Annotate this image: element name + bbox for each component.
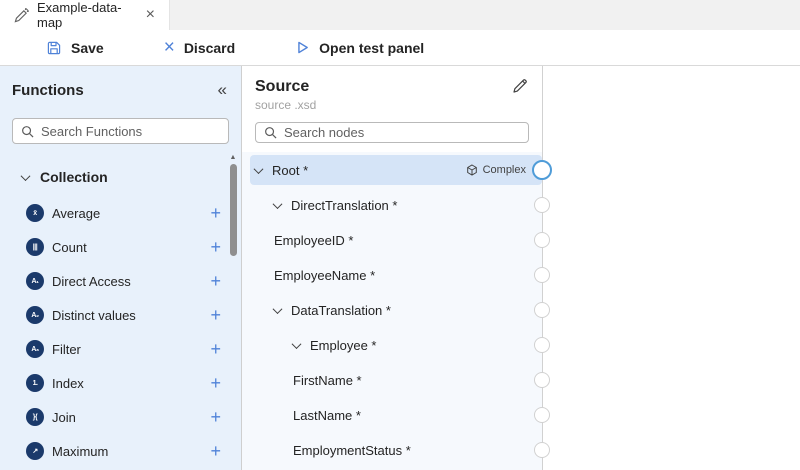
chevron-down-icon [21, 171, 31, 181]
save-button[interactable]: Save [46, 40, 104, 56]
connector-handle[interactable] [534, 372, 550, 388]
tree-node-root[interactable]: Root * Complex [250, 155, 542, 185]
chevron-down-icon[interactable] [273, 199, 283, 209]
tab-example-data-map[interactable]: Example-data-map × [0, 0, 170, 30]
connector-handle[interactable] [534, 302, 550, 318]
source-panel-title: Source [255, 78, 309, 96]
distinct-values-icon: A₂ [26, 306, 44, 324]
count-icon: ||| [26, 238, 44, 256]
edit-schema-pencil-icon[interactable] [512, 78, 528, 94]
add-function-button[interactable]: + [210, 374, 221, 392]
functions-panel: Functions « Collection x̄ Average [0, 66, 242, 470]
tree-node-datatranslation[interactable]: DataTranslation * [250, 295, 542, 325]
tree-node-label: Employee * [310, 338, 376, 353]
chevron-down-icon[interactable] [292, 339, 302, 349]
main-area: Functions « Collection x̄ Average [0, 66, 800, 470]
discard-label: Discard [184, 40, 235, 56]
connector-handle[interactable] [532, 160, 552, 180]
nodes-search-input[interactable] [284, 125, 520, 140]
functions-scrollbar[interactable]: ▲ [228, 154, 238, 468]
function-item-join[interactable]: }{ Join + [0, 400, 241, 434]
connector-handle[interactable] [534, 337, 550, 353]
nodes-search-box [255, 122, 529, 143]
function-item-average[interactable]: x̄ Average + [0, 196, 241, 230]
tree-node-employeeid[interactable]: EmployeeID * [250, 225, 542, 255]
connector-handle[interactable] [534, 232, 550, 248]
connector-handle[interactable] [534, 407, 550, 423]
collapse-panel-icon[interactable]: « [218, 80, 227, 100]
tree-node-label: DataTranslation * [291, 303, 391, 318]
tree-node-label: EmployeeID * [274, 233, 353, 248]
add-function-button[interactable]: + [210, 442, 221, 460]
index-icon: 1. [26, 374, 44, 392]
direct-access-icon: A₁ [26, 272, 44, 290]
discard-x-icon: × [164, 38, 175, 57]
add-function-button[interactable]: + [210, 408, 221, 426]
tree-node-label: EmploymentStatus * [293, 443, 411, 458]
tab-close-icon[interactable]: × [144, 7, 157, 23]
scroll-up-icon[interactable]: ▲ [228, 154, 238, 161]
search-icon [21, 125, 34, 138]
source-panel: Source source .xsd [242, 66, 543, 470]
functions-search-box [12, 118, 229, 144]
functions-search-input[interactable] [41, 124, 220, 139]
data-mapper-app: Example-data-map × Save × Discard [0, 0, 800, 470]
chevron-down-icon[interactable] [273, 304, 283, 314]
function-item-direct-access[interactable]: A₁ Direct Access + [0, 264, 241, 298]
cube-icon [466, 164, 478, 176]
add-function-button[interactable]: + [210, 272, 221, 290]
open-test-panel-button[interactable]: Open test panel [295, 40, 424, 56]
connector-handle[interactable] [534, 197, 550, 213]
command-toolbar: Save × Discard Open test panel [0, 30, 800, 66]
search-icon [264, 126, 277, 139]
discard-button[interactable]: × Discard [164, 38, 235, 57]
tree-node-employmentstatus[interactable]: EmploymentStatus * [250, 435, 542, 465]
add-function-button[interactable]: + [210, 340, 221, 358]
add-function-button[interactable]: + [210, 306, 221, 324]
play-icon [295, 40, 310, 55]
save-label: Save [71, 40, 104, 56]
tree-node-employee[interactable]: Employee * [250, 330, 542, 360]
tab-bar: Example-data-map × [0, 0, 800, 30]
connector-handle[interactable] [534, 442, 550, 458]
tab-title: Example-data-map [37, 0, 136, 30]
function-item-filter[interactable]: A₃ Filter + [0, 332, 241, 366]
functions-list: x̄ Average + ||| Count + A₁ Direct Acces… [0, 196, 241, 468]
function-item-maximum[interactable]: ↗ Maximum + [0, 434, 241, 468]
join-icon: }{ [26, 408, 44, 426]
source-schema-tree: Root * Complex DirectTranslation * [242, 152, 542, 470]
function-item-count[interactable]: ||| Count + [0, 230, 241, 264]
scrollbar-thumb[interactable] [230, 164, 237, 256]
data-map-pen-icon [14, 8, 29, 23]
category-collection[interactable]: Collection [0, 166, 241, 188]
tree-node-label: EmployeeName * [274, 268, 375, 283]
filter-icon: A₃ [26, 340, 44, 358]
tree-node-label: DirectTranslation * [291, 198, 397, 213]
tree-node-label: LastName * [293, 408, 361, 423]
tree-node-label: Root * [272, 163, 308, 178]
maximum-icon: ↗ [26, 442, 44, 460]
mapping-canvas[interactable] [543, 66, 800, 470]
source-schema-filename: source .xsd [242, 96, 542, 112]
tree-node-label: FirstName * [293, 373, 362, 388]
function-item-distinct-values[interactable]: A₂ Distinct values + [0, 298, 241, 332]
chevron-down-icon[interactable] [254, 164, 264, 174]
average-icon: x̄ [26, 204, 44, 222]
function-item-index[interactable]: 1. Index + [0, 366, 241, 400]
functions-panel-title: Functions [12, 82, 84, 99]
open-test-panel-label: Open test panel [319, 40, 424, 56]
complex-type-badge: Complex [466, 164, 526, 176]
save-icon [46, 40, 62, 56]
tree-node-firstname[interactable]: FirstName * [250, 365, 542, 395]
add-function-button[interactable]: + [210, 204, 221, 222]
tree-node-lastname[interactable]: LastName * [250, 400, 542, 430]
tree-node-directtranslation[interactable]: DirectTranslation * [250, 190, 542, 220]
connector-handle[interactable] [534, 267, 550, 283]
tree-node-employeename[interactable]: EmployeeName * [250, 260, 542, 290]
add-function-button[interactable]: + [210, 238, 221, 256]
category-collection-label: Collection [40, 169, 108, 185]
